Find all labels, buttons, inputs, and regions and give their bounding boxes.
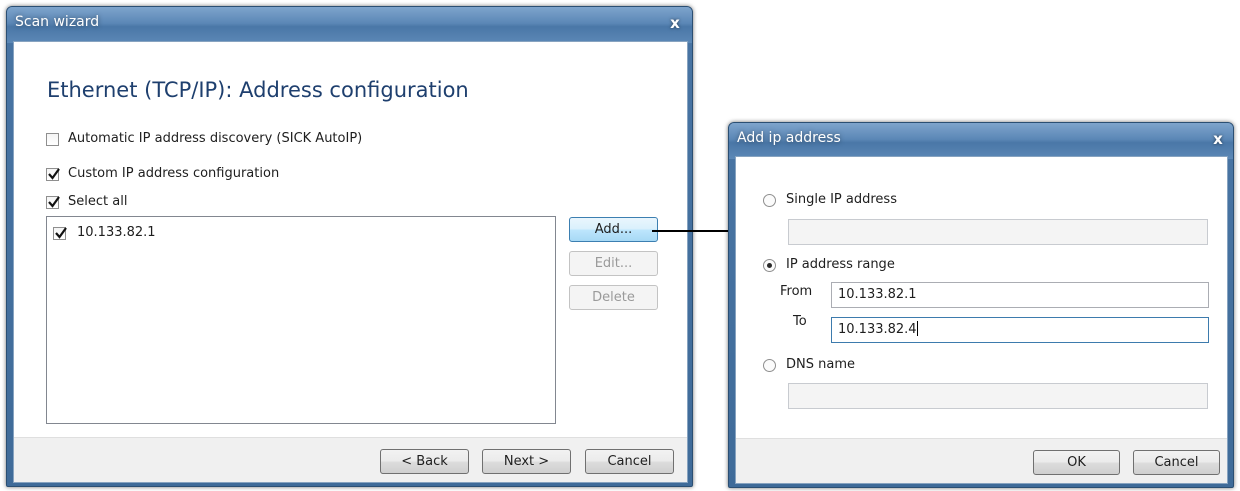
add-ip-title: Add ip address <box>737 130 841 146</box>
custom-ip-label[interactable]: Custom IP address configuration <box>68 166 279 181</box>
dns-label[interactable]: DNS name <box>786 357 855 372</box>
list-item-checkbox[interactable] <box>53 227 67 240</box>
dialog-footer: OK Cancel <box>736 438 1227 483</box>
scan-wizard-titlebar[interactable]: Scan wizard x <box>7 7 692 43</box>
wizard-footer: < Back Next > Cancel <box>14 437 687 482</box>
dns-field[interactable] <box>788 383 1208 409</box>
ip-range-radio[interactable] <box>763 259 776 272</box>
to-ip-field[interactable]: 10.133.82.4 <box>831 317 1209 343</box>
single-ip-field[interactable] <box>788 219 1208 245</box>
page-title: Ethernet (TCP/IP): Address configuration <box>47 78 469 102</box>
ip-range-label[interactable]: IP address range <box>786 257 895 272</box>
to-label: To <box>793 314 807 329</box>
list-item[interactable]: 10.133.82.1 <box>47 223 555 243</box>
edit-button[interactable]: Edit... <box>569 251 658 276</box>
custom-ip-checkbox[interactable] <box>46 168 60 181</box>
check-icon <box>55 227 67 239</box>
list-item-address: 10.133.82.1 <box>77 225 156 240</box>
check-icon <box>48 168 60 180</box>
auto-ip-label[interactable]: Automatic IP address discovery (SICK Aut… <box>68 131 362 146</box>
cancel-button[interactable]: Cancel <box>1133 450 1220 475</box>
add-button[interactable]: Add... <box>569 217 658 242</box>
scan-wizard-client: Ethernet (TCP/IP): Address configuration… <box>13 41 688 483</box>
text-caret <box>916 321 918 336</box>
check-icon <box>48 196 60 208</box>
ip-address-list[interactable]: 10.133.82.1 <box>46 216 556 424</box>
from-ip-value: 10.133.82.1 <box>838 287 917 302</box>
select-all-checkbox[interactable] <box>46 196 60 209</box>
ok-button[interactable]: OK <box>1033 450 1120 475</box>
close-icon[interactable]: x <box>1207 129 1229 149</box>
add-ip-titlebar[interactable]: Add ip address x <box>729 123 1233 159</box>
next-button[interactable]: Next > <box>482 449 571 474</box>
select-all-label[interactable]: Select all <box>68 194 127 209</box>
to-ip-value: 10.133.82.4 <box>838 322 917 337</box>
dns-radio[interactable] <box>763 359 776 372</box>
back-button[interactable]: < Back <box>380 449 469 474</box>
single-ip-label[interactable]: Single IP address <box>786 192 897 207</box>
delete-button[interactable]: Delete <box>569 285 658 310</box>
cancel-button[interactable]: Cancel <box>585 449 674 474</box>
add-ip-client: Single IP address IP address range From … <box>735 156 1228 484</box>
single-ip-radio[interactable] <box>763 194 776 207</box>
add-ip-dialog-window: Add ip address x Single IP address IP ad… <box>728 122 1234 488</box>
from-label: From <box>780 284 813 299</box>
scan-wizard-title: Scan wizard <box>15 14 100 30</box>
scan-wizard-window: Scan wizard x Ethernet (TCP/IP): Address… <box>6 6 693 487</box>
from-ip-field[interactable]: 10.133.82.1 <box>831 282 1209 308</box>
close-icon[interactable]: x <box>664 13 686 33</box>
auto-ip-checkbox[interactable] <box>46 133 59 146</box>
